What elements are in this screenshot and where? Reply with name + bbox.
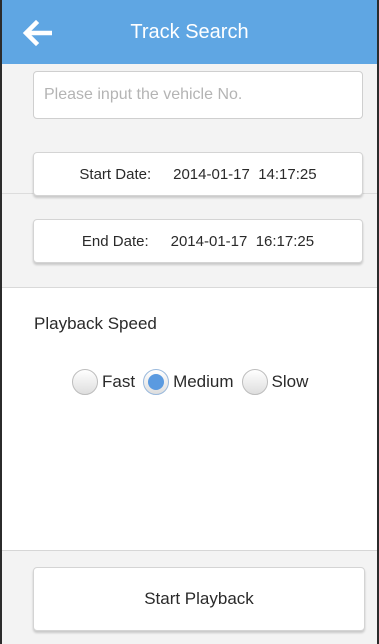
speed-option-label: Fast <box>102 372 136 391</box>
app-screen: Track Search Start Date: 2014-01-17 14:1… <box>0 0 379 644</box>
end-date-button[interactable]: End Date: 2014-01-17 16:17:25 <box>33 219 363 263</box>
start-date-button[interactable]: Start Date: 2014-01-17 14:17:25 <box>33 152 363 196</box>
vehicle-no-input[interactable] <box>33 71 363 119</box>
speed-option-medium[interactable]: Medium <box>143 369 234 395</box>
start-date-value: 2014-01-17 14:17:25 <box>173 165 317 183</box>
start-playback-button[interactable]: Start Playback <box>33 567 365 631</box>
back-arrow-icon[interactable] <box>20 18 56 48</box>
header-bar: Track Search <box>2 0 377 64</box>
radio-slow[interactable] <box>241 369 268 395</box>
playback-speed-radio-group: Fast Medium Slow <box>72 369 316 395</box>
search-form: Start Date: 2014-01-17 14:17:25 End Date… <box>2 64 377 288</box>
start-date-label: Start Date: <box>79 165 152 183</box>
speed-option-label: Slow <box>271 372 309 391</box>
radio-fast[interactable] <box>72 369 98 395</box>
end-date-value: 2014-01-17 16:17:25 <box>170 232 315 250</box>
bottom-action-bar: Start Playback <box>2 550 377 644</box>
page-title: Track Search <box>130 20 249 43</box>
end-date-label: End Date: <box>81 232 149 250</box>
speed-option-fast[interactable]: Fast <box>72 369 135 395</box>
radio-medium[interactable] <box>143 369 170 395</box>
speed-option-label: Medium <box>173 372 234 391</box>
speed-option-slow[interactable]: Slow <box>241 369 309 395</box>
playback-speed-label: Playback Speed <box>34 314 157 333</box>
